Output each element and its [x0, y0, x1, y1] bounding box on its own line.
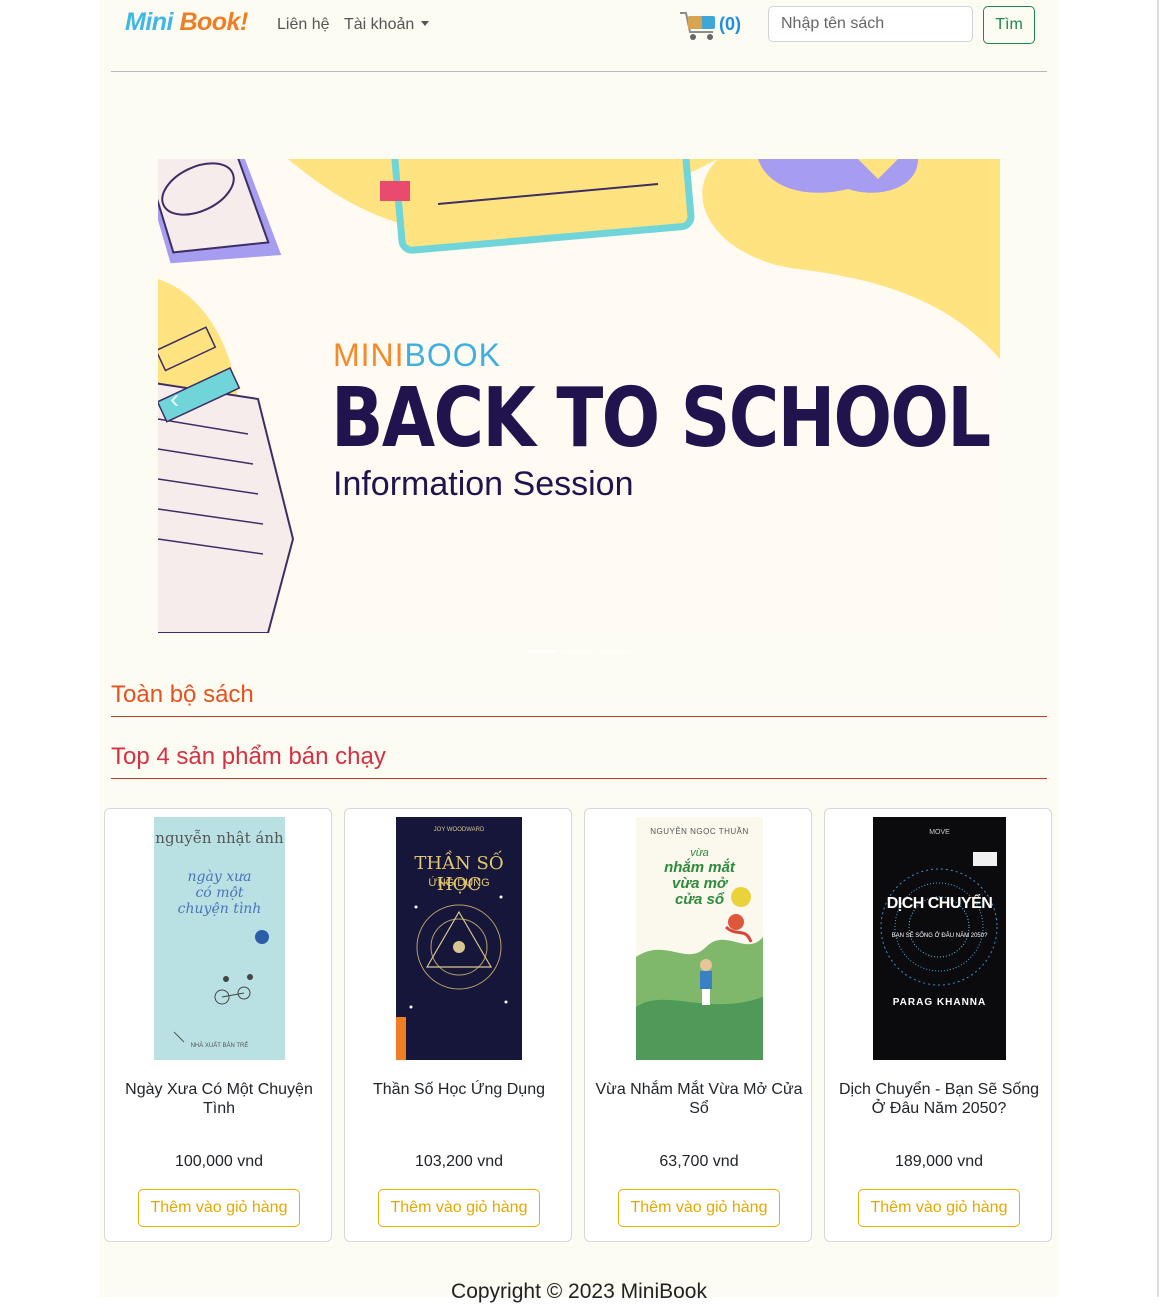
chevron-down-icon: [421, 21, 430, 26]
nav-contact-link[interactable]: Liên hệ: [277, 16, 330, 34]
product-card: JOY WOODWARD THẦN SỐ HỌC ỨNG DỤNG Thần S…: [344, 808, 572, 1242]
search-button[interactable]: Tìm: [983, 6, 1035, 44]
book-cover-image[interactable]: nguyễn nhật ánh ngày xưa có một chuyện t…: [154, 817, 285, 1060]
carousel-prev-button[interactable]: ‹: [170, 383, 179, 415]
nav-divider: [111, 71, 1047, 72]
product-card: NGUYỄN NGỌC THUẦN vừa nhắm mắt vừa mở cử…: [584, 808, 812, 1242]
product-price: 103,200 vnd: [414, 1153, 504, 1170]
carousel-indicator-3[interactable]: [599, 650, 629, 653]
add-to-cart-button[interactable]: Thêm vào giỏ hàng: [138, 1189, 300, 1227]
hero-banner[interactable]: MINIBOOK BACK TO SCHOOL Information Sess…: [158, 159, 1000, 633]
book-cover-image[interactable]: NGUYỄN NGỌC THUẦN vừa nhắm mắt vừa mở cử…: [636, 817, 763, 1060]
cover-author: PARAG KHANNA: [892, 997, 987, 1008]
banner-brand: MINIBOOK: [333, 337, 501, 374]
add-to-cart-button[interactable]: Thêm vào giỏ hàng: [618, 1189, 780, 1227]
nav-account-label: Tài khoản: [344, 16, 415, 33]
product-price: 63,700 vnd: [659, 1153, 739, 1170]
add-to-cart-button[interactable]: Thêm vào giỏ hàng: [858, 1189, 1020, 1227]
product-price: 189,000 vnd: [894, 1153, 984, 1170]
product-title[interactable]: Ngày Xưa Có Một Chuyện Tình: [115, 1080, 323, 1118]
book-cover-image[interactable]: JOY WOODWARD THẦN SỐ HỌC ỨNG DỤNG: [396, 817, 522, 1060]
footer-copyright: Copyright © 2023 MiniBook: [451, 1280, 707, 1303]
banner-brand-mini: MINI: [333, 337, 405, 373]
nav-account-dropdown[interactable]: Tài khoản: [344, 16, 430, 34]
product-card: MOVE DỊCH CHUYỂN BẠN SẼ SỐNG Ở ĐÂU NĂM 2…: [824, 808, 1052, 1242]
product-title[interactable]: Thần Số Học Ứng Dụng: [355, 1080, 563, 1099]
section-top-sellers-title: Top 4 sản phẩm bán chạy: [111, 743, 386, 770]
cart-icon[interactable]: [679, 10, 719, 42]
section-divider: [111, 716, 1047, 717]
brand-part-mini: Mini: [125, 8, 174, 36]
product-title[interactable]: Dịch Chuyển - Bạn Sẽ Sống Ở Đâu Năm 2050…: [835, 1080, 1043, 1118]
product-price: 100,000 vnd: [174, 1153, 264, 1170]
product-title[interactable]: Vừa Nhắm Mắt Vừa Mở Cửa Sổ: [595, 1080, 803, 1118]
banner-brand-book: BOOK: [404, 337, 502, 373]
banner-title: BACK TO SCHOOL: [331, 371, 991, 466]
cover-line: DỊCH CHUYỂN: [886, 895, 993, 912]
book-cover-image[interactable]: MOVE DỊCH CHUYỂN BẠN SẼ SỐNG Ở ĐÂU NĂM 2…: [873, 817, 1006, 1060]
carousel-indicator-1[interactable]: [527, 650, 557, 653]
brand-part-book: Book!: [179, 8, 248, 36]
carousel-indicators: [527, 650, 629, 653]
cover-line: BẠN SẼ SỐNG Ở ĐÂU NĂM 2050?: [891, 933, 988, 939]
brand-logo[interactable]: Mini Book!: [125, 8, 248, 37]
add-to-cart-button[interactable]: Thêm vào giỏ hàng: [378, 1189, 540, 1227]
section-divider: [111, 778, 1047, 779]
product-card: nguyễn nhật ánh ngày xưa có một chuyện t…: [104, 808, 332, 1242]
search-input[interactable]: [768, 6, 973, 42]
carousel-indicator-2[interactable]: [563, 650, 593, 653]
section-all-books-title[interactable]: Toàn bộ sách: [111, 681, 254, 709]
cover-publisher: NHÀ XUẤT BẢN TRẺ: [190, 1043, 249, 1049]
banner-subtitle: Information Session: [333, 465, 634, 503]
cart-count[interactable]: (0): [719, 14, 741, 35]
